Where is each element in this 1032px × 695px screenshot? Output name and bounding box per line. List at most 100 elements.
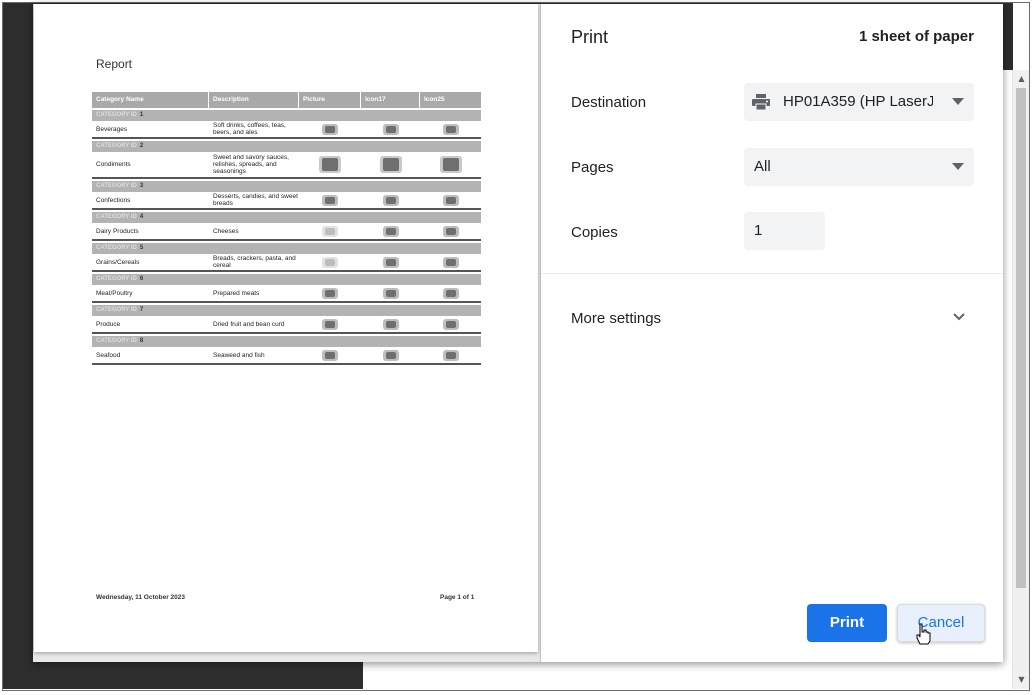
category-header: CATEGORY ID 2 (92, 141, 481, 152)
picture-cell (299, 287, 361, 299)
table-row: Confections Desserts, candies, and sweet… (92, 192, 481, 210)
more-settings-toggle[interactable]: More settings (541, 300, 1003, 336)
picture-cell (299, 156, 361, 173)
scroll-thumb[interactable] (1016, 88, 1026, 588)
picture-cell (299, 256, 361, 268)
category-name: Dairy Products (96, 227, 139, 235)
category-description: Breads, crackers, pasta, and cereal (213, 255, 296, 269)
confections-icon25-icon (442, 194, 459, 206)
seafood-icon17-icon (382, 349, 399, 361)
copies-label: Copies (571, 224, 618, 241)
beverages-picture-icon (322, 123, 338, 135)
seafood-picture-icon (322, 349, 338, 361)
grains-icon25-icon (442, 256, 459, 268)
category-header: CATEGORY ID 1 (92, 110, 481, 121)
dairy-icon17-icon (382, 225, 399, 237)
category-name: Seafood (96, 351, 121, 359)
print-preview-area[interactable]: Report Category Name Description Picture… (33, 4, 541, 662)
icon25-cell (420, 123, 481, 135)
category-description: Cheeses (213, 227, 239, 235)
destination-label: Destination (571, 94, 647, 111)
pages-value: All (754, 158, 771, 175)
icon17-cell (361, 287, 420, 299)
printer-icon (752, 94, 770, 110)
column-header: Icon17 (361, 92, 420, 108)
sheet-count: 1 sheet of paper (858, 28, 974, 45)
icon25-cell (420, 287, 481, 299)
dropdown-arrow-icon (952, 98, 964, 105)
picture-cell (299, 123, 361, 135)
meat-picture-icon (322, 287, 338, 299)
destination-select[interactable]: HP01A359 (HP LaserJe (744, 83, 974, 121)
hand-cursor-icon (916, 623, 931, 645)
category-description: Sweet and savory sauces, relishes, sprea… (213, 154, 289, 175)
icon25-cell (420, 156, 481, 173)
preview-sheet: Report Category Name Description Picture… (34, 4, 538, 652)
dropdown-arrow-icon (952, 163, 964, 170)
category-name: Confections (96, 196, 131, 204)
icon25-cell (420, 194, 481, 206)
icon17-cell (361, 256, 420, 268)
meat-icon25-icon (442, 287, 459, 299)
grains-picture-icon (322, 256, 338, 268)
condiments-icon25-icon (439, 156, 462, 173)
print-button[interactable]: Print (807, 604, 887, 642)
confections-picture-icon (322, 194, 338, 206)
seafood-icon25-icon (442, 349, 459, 361)
pages-select[interactable]: All (744, 148, 974, 186)
produce-icon17-icon (382, 318, 399, 330)
icon17-cell (361, 318, 420, 330)
icon25-cell (420, 318, 481, 330)
picture-cell (299, 194, 361, 206)
report-table: Category Name Description Picture Icon17… (92, 92, 481, 365)
vertical-scrollbar[interactable]: ▲ ▼ (1012, 70, 1029, 689)
report-table-header: Category Name Description Picture Icon17… (92, 92, 481, 108)
column-header: Category Name (92, 92, 209, 108)
cancel-button[interactable]: Cancel (897, 604, 985, 642)
report-footer-date: Wednesday, 11 October 2023 (96, 594, 185, 601)
condiments-icon17-icon (379, 156, 402, 173)
scroll-up-icon[interactable]: ▲ (1013, 72, 1030, 86)
print-settings-panel: Print 1 sheet of paper Destination HP01A… (541, 4, 1003, 662)
icon25-cell (420, 225, 481, 237)
icon25-cell (420, 349, 481, 361)
dairy-picture-icon (322, 225, 338, 237)
icon25-cell (420, 256, 481, 268)
icon17-cell (361, 156, 420, 173)
category-description: Soft drinks, coffees, teas, beers, and a… (213, 122, 286, 136)
table-row: Grains/Cereals Breads, crackers, pasta, … (92, 254, 481, 272)
picture-cell (299, 318, 361, 330)
category-name: Condiments (96, 161, 131, 168)
icon17-cell (361, 225, 420, 237)
category-description: Seaweed and fish (213, 351, 265, 359)
report-title: Report (96, 57, 133, 71)
meat-icon17-icon (382, 287, 399, 299)
picture-cell (299, 349, 361, 361)
category-name: Meat/Poultry (96, 289, 133, 297)
icon17-cell (361, 194, 420, 206)
category-name: Produce (96, 320, 121, 328)
confections-icon17-icon (382, 194, 399, 206)
category-name: Beverages (96, 125, 128, 133)
category-header: CATEGORY ID 8 (92, 336, 481, 347)
table-row: Meat/Poultry Prepared meats (92, 285, 481, 303)
picture-cell (299, 225, 361, 237)
category-header: CATEGORY ID 3 (92, 181, 481, 192)
column-header: Icon25 (424, 96, 445, 103)
scroll-down-icon[interactable]: ▼ (1013, 673, 1030, 687)
dialog-title: Print (571, 27, 609, 47)
category-header: CATEGORY ID 5 (92, 243, 481, 254)
beverages-icon25-icon (442, 123, 459, 135)
more-settings-label: More settings (571, 310, 662, 327)
category-description: Desserts, candies, and sweet breads (213, 193, 298, 207)
icon17-cell (361, 349, 420, 361)
column-header: Picture (299, 92, 361, 108)
settings-divider (541, 273, 1003, 274)
chevron-down-icon (953, 313, 965, 321)
report-footer-page: Page 1 of 1 (440, 594, 475, 601)
category-header: CATEGORY ID 7 (92, 305, 481, 316)
copies-input[interactable]: 1 (744, 212, 825, 250)
table-row: Beverages Soft drinks, coffees, teas, be… (92, 121, 481, 139)
condiments-picture-icon (319, 156, 341, 173)
category-description: Dried fruit and bean curd (213, 320, 285, 328)
